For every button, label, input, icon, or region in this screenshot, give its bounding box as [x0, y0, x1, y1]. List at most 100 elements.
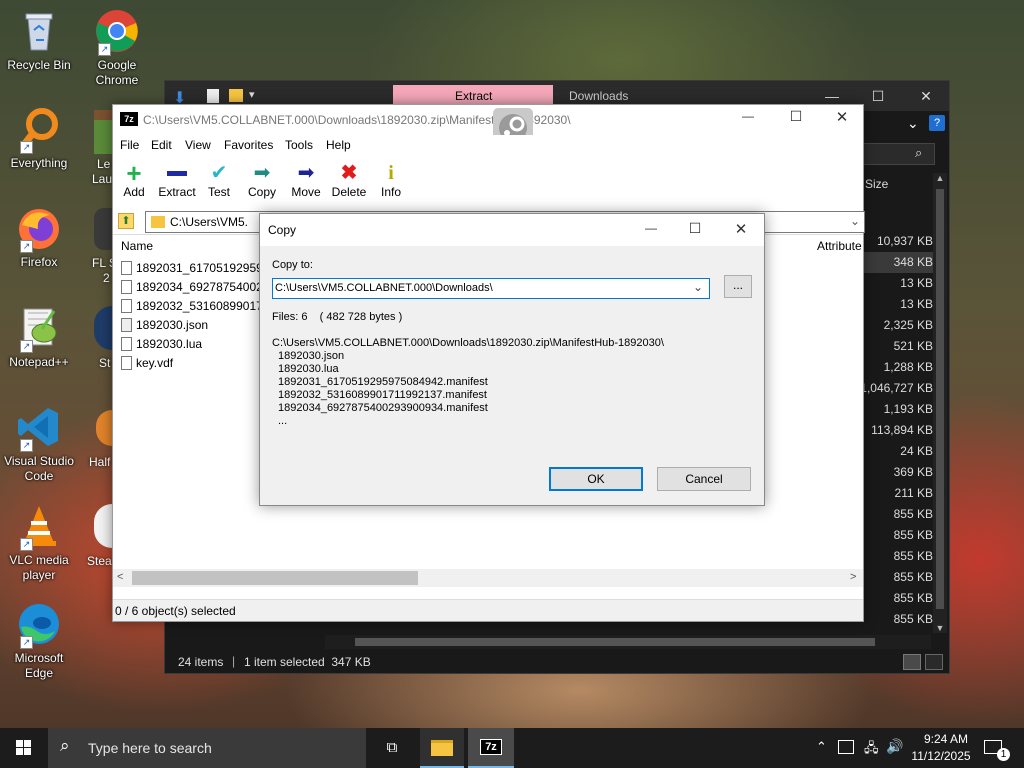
7zip-titlebar: 7z C:\Users\VM5.COLLABNET.000\Downloads\… — [113, 105, 863, 148]
scrollbar-thumb[interactable] — [355, 638, 875, 646]
help-icon[interactable]: ? — [929, 115, 945, 131]
explorer-vertical-scrollbar[interactable]: ▲ ▼ — [933, 173, 947, 633]
list-item[interactable]: 1892030.json — [121, 316, 261, 335]
task-view-button[interactable]: ⧉ — [372, 728, 412, 768]
desktop-icon-google-chrome[interactable]: ↗ Google Chrome — [79, 8, 155, 88]
menu-tools[interactable]: Tools — [285, 138, 313, 152]
tiles-view-icon[interactable] — [925, 654, 943, 670]
menu-edit[interactable]: Edit — [151, 138, 172, 152]
volume-icon[interactable]: 🔊 — [886, 738, 903, 755]
up-folder-icon[interactable]: ⬆ — [118, 213, 134, 229]
desktop-icon-recycle-bin[interactable]: Recycle Bin — [1, 8, 77, 73]
menu-view[interactable]: View — [185, 138, 211, 152]
ok-button[interactable]: OK — [549, 467, 643, 491]
menu-file[interactable]: File — [120, 138, 139, 152]
desktop-icon-label: Notepad++ — [9, 355, 69, 369]
details-view-icon[interactable] — [903, 654, 921, 670]
vlc-icon: ↗ — [16, 503, 62, 551]
scrollbar-thumb[interactable] — [936, 189, 944, 609]
horizontal-scrollbar[interactable]: < > — [113, 569, 863, 587]
desktop-icon-label: VLC media player — [9, 553, 69, 582]
status-divider: | — [232, 654, 236, 668]
file-name: 1892030.lua — [136, 337, 203, 351]
desktop-icon-edge[interactable]: ↗ Microsoft Edge — [1, 601, 77, 681]
scroll-up-icon[interactable]: ▲ — [933, 173, 947, 183]
copy-dialog[interactable]: Copy — ☐ ✕ Copy to: C:\Users\VM5.COLLABN… — [259, 213, 765, 506]
desktop-icon-label: Google Chrome — [95, 58, 139, 87]
chrome-icon: ↗ — [94, 8, 140, 56]
chevron-down-icon[interactable]: ⌄ — [850, 214, 860, 228]
source-path: C:\Users\VM5.COLLABNET.000\Downloads\189… — [272, 337, 664, 349]
list-item[interactable]: key.vdf — [121, 354, 261, 373]
list-item: 1892031_6170519295975084942.manifest — [278, 376, 488, 388]
maximize-button[interactable]: ☐ — [781, 108, 811, 125]
list-item[interactable]: 1892034_6927875400293 — [121, 278, 261, 297]
scroll-down-icon[interactable]: ▼ — [933, 623, 947, 633]
shortcut-arrow-icon: ↗ — [20, 538, 33, 551]
partial-icon-label: Half — [89, 455, 111, 469]
menu-help[interactable]: Help — [326, 138, 351, 152]
vscode-icon: ↗ — [16, 404, 62, 452]
dialog-titlebar: Copy — ☐ ✕ — [260, 214, 764, 246]
network-icon[interactable]: 🖧 — [864, 739, 879, 761]
minimize-button[interactable]: — — [733, 109, 763, 123]
column-name-header[interactable]: Name — [121, 239, 153, 253]
file-icon — [121, 337, 132, 351]
7zip-app-icon: 7z — [120, 112, 138, 126]
info-button[interactable]: i Info — [366, 161, 416, 199]
clock-time[interactable]: 9:24 AM — [918, 732, 974, 746]
file-icon — [121, 299, 132, 313]
properties-icon[interactable] — [207, 89, 219, 103]
column-attributes-header[interactable]: Attribute — [817, 239, 862, 253]
file-name: key.vdf — [136, 356, 174, 370]
desktop-icon-vscode[interactable]: ↗ Visual Studio Code — [1, 404, 77, 484]
maximize-button[interactable]: ☐ — [680, 220, 710, 237]
notification-count-badge: 1 — [997, 748, 1010, 761]
cancel-button[interactable]: Cancel — [657, 467, 751, 491]
browse-button[interactable]: ... — [724, 275, 752, 298]
tray-overflow-chevron-icon[interactable]: ⌃ — [816, 739, 827, 755]
chevron-down-icon[interactable]: ⌄ — [693, 280, 703, 294]
shortcut-arrow-icon: ↗ — [98, 43, 111, 56]
close-button[interactable]: ✕ — [726, 220, 756, 238]
desktop-icon-label: Microsoft Edge — [14, 651, 64, 680]
scroll-left-icon[interactable]: < — [117, 571, 123, 583]
close-button[interactable]: ✕ — [827, 108, 857, 126]
desktop-icon-firefox[interactable]: ↗ Firefox — [1, 205, 77, 270]
file-explorer-taskbar-button[interactable] — [420, 728, 464, 768]
list-item[interactable]: 1892032_5316089901711 — [121, 297, 261, 316]
7zip-status-bar: 0 / 6 object(s) selected — [113, 599, 863, 621]
desktop-icon-everything[interactable]: ↗ Everything — [1, 106, 77, 171]
copy-button[interactable]: ➡ Copy — [237, 161, 287, 199]
taskbar-search-box[interactable]: ⌕ Type here to search — [48, 728, 366, 768]
destination-path-combobox[interactable]: C:\Users\VM5.COLLABNET.000\Downloads\ ⌄ — [272, 278, 710, 299]
new-folder-icon[interactable] — [229, 89, 243, 102]
file-name: 1892034_6927875400293 — [136, 280, 261, 294]
list-item[interactable]: 1892030.lua — [121, 335, 261, 354]
explorer-search-box[interactable] — [863, 143, 935, 165]
column-size-header[interactable]: Size — [865, 177, 888, 191]
item-list: 1892030.json 1892030.lua 1892031_6170519… — [278, 350, 488, 428]
qat-dropdown-icon[interactable]: ▾ — [249, 88, 255, 101]
scroll-right-icon[interactable]: > — [850, 571, 856, 583]
desktop-icon-vlc[interactable]: ↗ VLC media player — [1, 503, 77, 583]
security-tray-icon[interactable] — [838, 740, 854, 754]
clock-date[interactable]: 11/12/2025 — [908, 749, 974, 763]
shortcut-arrow-icon: ↗ — [20, 439, 33, 452]
desktop-icon-label: Recycle Bin — [7, 58, 71, 72]
scrollbar-thumb[interactable] — [132, 571, 418, 585]
menu-favorites[interactable]: Favorites — [224, 138, 273, 152]
status-selection: 1 item selected 347 KB — [244, 655, 371, 669]
search-icon: ⌕ — [915, 145, 923, 160]
list-item[interactable]: 1892031_6170519295975 — [121, 259, 261, 278]
windows-logo-icon — [16, 740, 31, 755]
start-button[interactable] — [0, 728, 48, 768]
close-button[interactable]: ✕ — [903, 81, 949, 111]
ribbon-expand-icon[interactable]: ⌄ — [907, 115, 919, 132]
list-item: ... — [278, 415, 288, 427]
minimize-button[interactable]: — — [636, 221, 666, 235]
explorer-horizontal-scrollbar[interactable] — [325, 635, 931, 649]
desktop-icon-notepadpp[interactable]: ↗ Notepad++ — [1, 305, 77, 370]
7zip-taskbar-button[interactable]: 7z — [468, 728, 514, 768]
tool-label: Copy — [247, 185, 276, 199]
